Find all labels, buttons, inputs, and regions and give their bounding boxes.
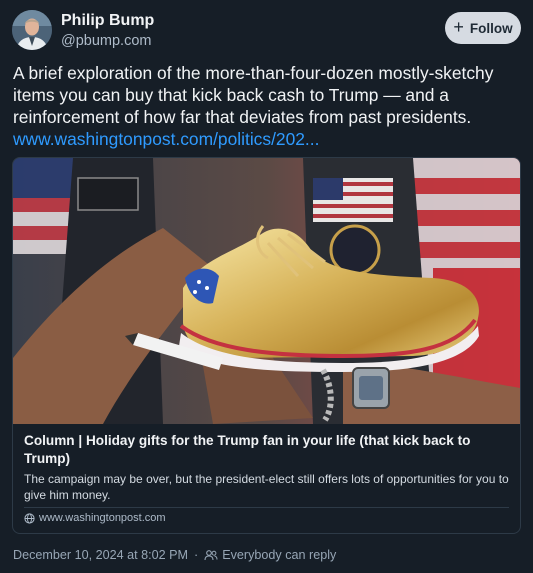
link-card[interactable]: Column | Holiday gifts for the Trump fan…	[12, 157, 521, 534]
plus-icon: +	[453, 17, 464, 37]
post-text: A brief exploration of the more-than-fou…	[13, 62, 521, 150]
post-timestamp[interactable]: December 10, 2024 at 8:02 PM	[13, 548, 188, 562]
post-body-text: A brief exploration of the more-than-fou…	[13, 63, 494, 127]
post-container: Philip Bump @pbump.com + Follow A brief …	[0, 0, 533, 573]
author-display-name[interactable]: Philip Bump	[61, 11, 154, 31]
post-footer: December 10, 2024 at 8:02 PM · Everybody…	[13, 548, 336, 562]
author-handle[interactable]: @pbump.com	[61, 31, 154, 51]
gold-sneaker-photo	[13, 158, 520, 424]
post-header: Philip Bump @pbump.com + Follow	[12, 10, 521, 54]
avatar[interactable]	[12, 10, 52, 50]
card-divider	[24, 507, 509, 508]
reply-setting: Everybody can reply	[204, 548, 336, 562]
reply-setting-label: Everybody can reply	[222, 548, 337, 562]
author-names: Philip Bump @pbump.com	[61, 11, 154, 51]
card-domain: www.washingtonpost.com	[24, 512, 166, 524]
follow-button[interactable]: + Follow	[445, 12, 521, 44]
footer-separator: ·	[194, 548, 199, 562]
card-text: Column | Holiday gifts for the Trump fan…	[24, 432, 509, 503]
card-domain-text: www.washingtonpost.com	[39, 512, 166, 524]
card-title[interactable]: Column | Holiday gifts for the Trump fan…	[24, 432, 509, 468]
people-icon	[204, 550, 218, 561]
post-link[interactable]: www.washingtonpost.com/politics/202...	[13, 129, 319, 149]
person-avatar-icon	[12, 10, 52, 50]
card-image-illustration	[13, 158, 520, 424]
card-description: The campaign may be over, but the presid…	[24, 472, 509, 502]
follow-button-label: Follow	[469, 20, 513, 36]
globe-icon	[24, 512, 35, 524]
